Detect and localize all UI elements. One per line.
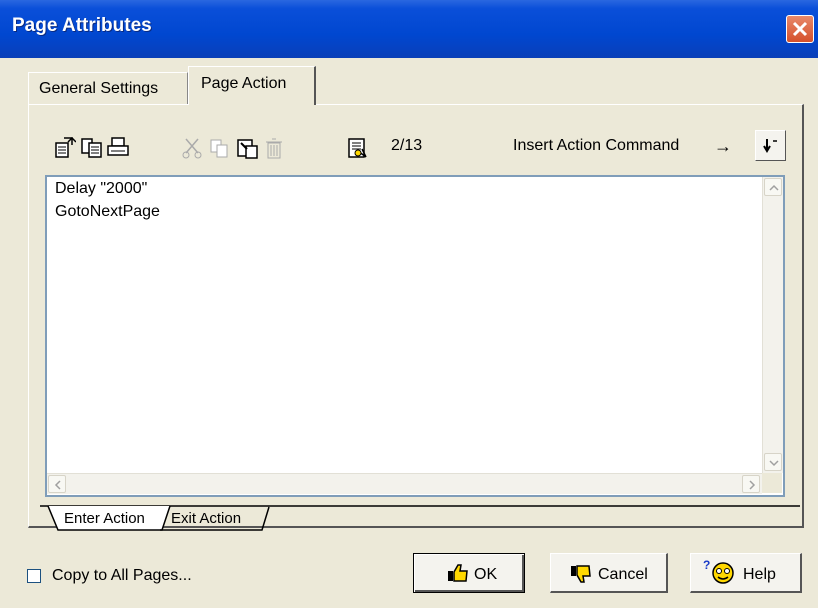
horizontal-scrollbar[interactable] [47, 473, 762, 494]
action-editor[interactable]: Delay "2000" GotoNextPage [45, 175, 785, 497]
chevron-down-icon [769, 460, 779, 467]
help-button[interactable]: ? Help [690, 553, 802, 593]
close-icon [792, 21, 808, 37]
chevron-right-icon [749, 480, 756, 490]
tab-general-settings[interactable]: General Settings [28, 72, 188, 104]
copy-to-all-pages-label[interactable]: Copy to All Pages... [52, 567, 192, 585]
copy-icon [208, 137, 232, 159]
close-button[interactable] [786, 15, 814, 43]
vertical-scrollbar[interactable] [762, 177, 783, 473]
cut-icon [180, 137, 204, 159]
tab-page-action-label: Page Action [201, 75, 287, 92]
scroll-up-button[interactable] [764, 178, 782, 196]
page-counter: 2/13 [391, 137, 423, 154]
thumbs-up-icon [448, 564, 468, 582]
action-tabs-outline [40, 505, 800, 531]
insert-action-command-label: Insert Action Command [513, 137, 680, 154]
chevron-left-icon [54, 480, 61, 490]
print-icon[interactable] [106, 137, 130, 159]
tab-page-action[interactable]: Page Action [188, 66, 316, 105]
title-bar: Page Attributes [0, 0, 818, 58]
scroll-right-button[interactable] [742, 475, 760, 493]
copy-to-all-pages-text: Copy to All Pages... [52, 567, 192, 584]
scroll-down-button[interactable] [764, 453, 782, 471]
command-list-icon[interactable] [346, 137, 370, 159]
cancel-button[interactable]: Cancel [550, 553, 668, 593]
tab-general-settings-label: General Settings [39, 80, 159, 97]
window-title: Page Attributes [12, 15, 152, 36]
tab-exit-action[interactable]: Exit Action [171, 510, 241, 527]
scrollbar-corner [762, 473, 782, 493]
editor-line[interactable]: GotoNextPage [55, 203, 160, 221]
insert-action-command-button[interactable] [755, 130, 786, 161]
editor-line[interactable]: Delay "2000" [55, 180, 147, 198]
copy-to-all-pages-checkbox[interactable] [27, 569, 41, 583]
paste-icon[interactable] [236, 137, 260, 159]
help-face-icon: ? [703, 559, 734, 584]
svg-text:?: ? [703, 559, 710, 572]
ok-button[interactable]: OK [413, 553, 525, 593]
chevron-up-icon [769, 184, 779, 191]
export-icon[interactable] [80, 137, 104, 159]
import-icon[interactable] [52, 136, 77, 159]
help-button-label: Help [743, 566, 776, 583]
cancel-button-label: Cancel [598, 566, 648, 583]
insert-arrow-icon [763, 139, 777, 153]
delete-icon [262, 137, 286, 159]
thumbs-down-icon [571, 565, 591, 583]
scroll-left-button[interactable] [48, 475, 66, 493]
tab-enter-action[interactable]: Enter Action [64, 510, 145, 527]
ok-button-label: OK [474, 566, 498, 583]
arrow-right-icon: → [714, 136, 732, 156]
